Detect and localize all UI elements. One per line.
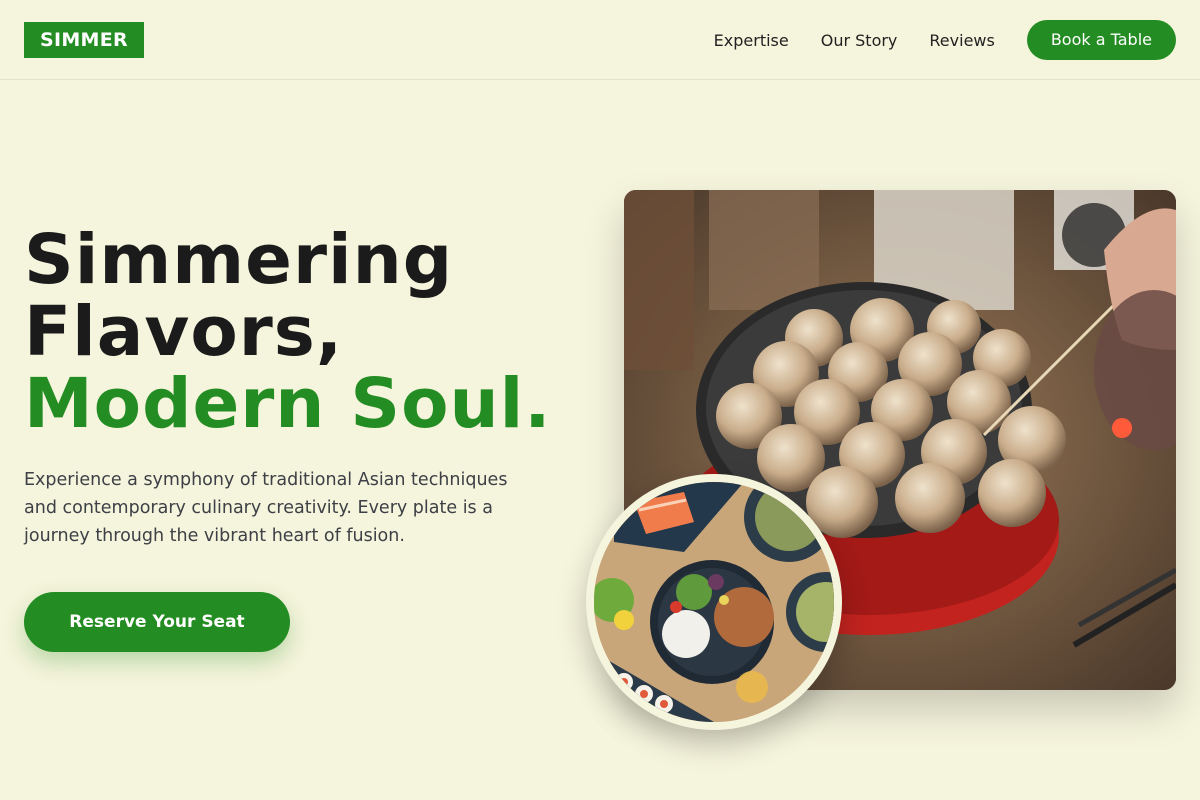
fusion-bowls-photo	[586, 474, 842, 730]
nav-link-reviews[interactable]: Reviews	[929, 31, 994, 50]
hero-title: Simmering Flavors, Modern Soul.	[24, 224, 552, 440]
hero-title-line-1: Simmering	[24, 220, 454, 300]
hero-description: Experience a symphony of traditional Asi…	[24, 470, 508, 546]
main-nav: Expertise Our Story Reviews Book a Table	[714, 20, 1176, 60]
brand-logo[interactable]: SIMMER	[24, 22, 144, 58]
site-header: SIMMER Expertise Our Story Reviews Book …	[0, 0, 1200, 80]
book-table-button[interactable]: Book a Table	[1026, 20, 1176, 60]
reserve-seat-button[interactable]: Reserve Your Seat	[24, 592, 290, 652]
nav-link-expertise[interactable]: Expertise	[714, 31, 789, 50]
nav-link-our-story[interactable]: Our Story	[821, 31, 898, 50]
hero-title-accent: Modern Soul.	[24, 364, 552, 444]
hero-title-line-2: Flavors,	[24, 292, 344, 372]
